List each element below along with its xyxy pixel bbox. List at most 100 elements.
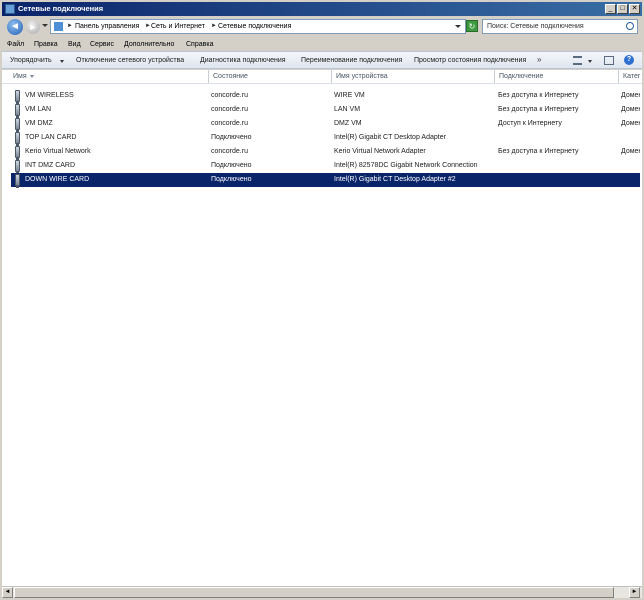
connection-state: Подключено xyxy=(211,176,252,183)
column-headers: Имя Состояние Имя устройства Подключение… xyxy=(2,70,642,84)
connection-state: concorde.ru xyxy=(211,120,248,127)
menu-bar: Файл Правка Вид Сервис Дополнительно Спр… xyxy=(2,38,642,50)
address-bar[interactable]: ► Панель управления ► Сеть и Интернет ► … xyxy=(50,19,466,34)
command-toolbar: Упорядочить Отключение сетевого устройст… xyxy=(2,51,642,69)
connection-category: Домен xyxy=(621,106,640,113)
address-dropdown-icon[interactable] xyxy=(455,25,461,28)
breadcrumb-separator-icon[interactable]: ► xyxy=(211,22,217,31)
menu-advanced[interactable]: Дополнительно xyxy=(124,40,174,49)
address-row: ◄ ► ► Панель управления ► Сеть и Интерне… xyxy=(2,16,642,38)
connection-name: VM WIRELESS xyxy=(25,92,74,99)
connection-device: Intel(R) 82578DC Gigabit Network Connect… xyxy=(334,162,478,169)
network-adapter-icon xyxy=(15,90,20,104)
more-commands-button[interactable]: » xyxy=(537,55,541,64)
organize-button[interactable]: Упорядочить xyxy=(10,56,52,65)
horizontal-scrollbar[interactable]: ◄ ► xyxy=(2,586,642,598)
menu-view[interactable]: Вид xyxy=(68,40,81,49)
network-adapter-icon xyxy=(15,174,20,188)
connection-state: concorde.ru xyxy=(211,106,248,113)
connection-state: concorde.ru xyxy=(211,92,248,99)
scrollbar-thumb[interactable] xyxy=(14,587,614,598)
network-adapter-icon xyxy=(15,160,20,174)
connection-device: DMZ VM xyxy=(334,120,362,127)
network-adapter-icon xyxy=(15,118,20,132)
menu-help[interactable]: Справка xyxy=(186,40,213,49)
menu-edit[interactable]: Правка xyxy=(34,40,58,49)
connection-name: TOP LAN CARD xyxy=(25,134,77,141)
back-button[interactable]: ◄ xyxy=(7,19,23,35)
connection-category: Домен xyxy=(621,148,640,155)
refresh-button[interactable]: ↻ xyxy=(466,20,478,32)
search-icon[interactable] xyxy=(626,22,634,30)
column-header-connection[interactable]: Подключение xyxy=(495,70,619,83)
connection-row[interactable]: TOP LAN CARD Подключено Intel(R) Gigabit… xyxy=(11,131,640,146)
column-header-connection-label: Подключение xyxy=(499,73,544,80)
column-header-name[interactable]: Имя xyxy=(9,70,209,83)
connection-row[interactable]: INT DMZ CARD Подключено Intel(R) 82578DC… xyxy=(11,159,640,174)
column-header-name-label: Имя xyxy=(13,73,27,80)
breadcrumb-separator-icon[interactable]: ► xyxy=(67,22,73,31)
help-icon[interactable]: ? xyxy=(624,55,634,65)
connection-name: VM LAN xyxy=(25,106,52,113)
connection-device: WIRE VM xyxy=(334,92,365,99)
connection-category: Домен xyxy=(621,92,640,99)
connection-name: VM DMZ xyxy=(25,120,53,127)
column-header-category-label: Катег xyxy=(623,73,641,80)
column-header-device[interactable]: Имя устройства xyxy=(332,70,495,83)
connection-device: Intel(R) Gigabit CT Desktop Adapter xyxy=(334,134,446,141)
title-bar[interactable]: Сетевые подключения _ □ ✕ xyxy=(2,2,642,16)
connection-row[interactable]: VM DMZ concorde.ru DMZ VM Доступ к Интер… xyxy=(11,117,640,132)
connection-state: Подключено xyxy=(211,162,252,169)
connection-connectivity: Без доступа к Интернету xyxy=(498,106,579,113)
connection-name: Kerio Virtual Network xyxy=(25,148,91,155)
breadcrumb-network-internet[interactable]: Сеть и Интернет xyxy=(151,22,205,31)
organize-dropdown-icon[interactable] xyxy=(60,60,64,63)
forward-button[interactable]: ► xyxy=(26,20,40,34)
connection-device: Kerio Virtual Network Adapter xyxy=(334,148,426,155)
window-title: Сетевые подключения xyxy=(18,4,104,13)
connection-device: Intel(R) Gigabit CT Desktop Adapter #2 xyxy=(334,176,456,183)
connection-row[interactable]: VM LAN concorde.ru LAN VM Без доступа к … xyxy=(11,103,640,118)
scroll-left-button[interactable]: ◄ xyxy=(2,587,13,598)
search-placeholder: Поиск: Сетевые подключения xyxy=(487,23,584,30)
menu-file[interactable]: Файл xyxy=(7,40,24,49)
connection-name: DOWN WIRE CARD xyxy=(25,176,90,183)
network-adapter-icon xyxy=(15,146,20,160)
column-header-state-label: Состояние xyxy=(213,73,248,80)
connection-state: Подключено xyxy=(211,134,252,141)
maximize-button[interactable]: □ xyxy=(617,4,628,14)
sort-indicator-icon xyxy=(29,74,34,78)
column-header-state[interactable]: Состояние xyxy=(209,70,332,83)
connection-row[interactable]: Kerio Virtual Network concorde.ru Kerio … xyxy=(11,145,640,160)
connection-row[interactable]: VM WIRELESS concorde.ru WIRE VM Без дост… xyxy=(11,89,640,104)
disable-device-button[interactable]: Отключение сетевого устройства xyxy=(76,56,184,65)
explorer-window: Сетевые подключения _ □ ✕ ◄ ► ► Панель у… xyxy=(0,0,644,600)
preview-pane-icon[interactable] xyxy=(604,56,614,65)
recent-pages-dropdown[interactable] xyxy=(42,24,48,27)
connection-state: concorde.ru xyxy=(211,148,248,155)
connection-connectivity: Доступ к Интернету xyxy=(498,120,562,127)
scroll-right-button[interactable]: ► xyxy=(629,587,640,598)
close-button[interactable]: ✕ xyxy=(629,4,640,14)
connection-connectivity: Без доступа к Интернету xyxy=(498,92,579,99)
column-header-category[interactable]: Катег xyxy=(619,70,642,83)
breadcrumb-control-panel[interactable]: Панель управления xyxy=(75,22,139,31)
column-header-device-label: Имя устройства xyxy=(336,73,388,80)
connection-row-selected[interactable]: DOWN WIRE CARD Подключено Intel(R) Gigab… xyxy=(11,173,640,188)
breadcrumb-network-connections[interactable]: Сетевые подключения xyxy=(218,22,291,31)
network-adapter-icon xyxy=(15,132,20,146)
connection-category: Домен xyxy=(621,120,640,127)
connection-device: LAN VM xyxy=(334,106,361,113)
views-dropdown-icon[interactable] xyxy=(588,60,592,63)
search-input[interactable]: Поиск: Сетевые подключения xyxy=(482,19,638,34)
diagnose-connection-button[interactable]: Диагностика подключения xyxy=(200,56,286,65)
connection-connectivity: Без доступа к Интернету xyxy=(498,148,579,155)
menu-tools[interactable]: Сервис xyxy=(90,40,114,49)
views-icon[interactable] xyxy=(573,56,582,65)
control-panel-icon xyxy=(54,22,63,31)
view-status-button[interactable]: Просмотр состояния подключения xyxy=(414,56,526,65)
rename-connection-button[interactable]: Переименование подключения xyxy=(301,56,402,65)
minimize-button[interactable]: _ xyxy=(605,4,616,14)
network-adapter-icon xyxy=(15,104,20,118)
network-connections-icon xyxy=(5,4,15,14)
